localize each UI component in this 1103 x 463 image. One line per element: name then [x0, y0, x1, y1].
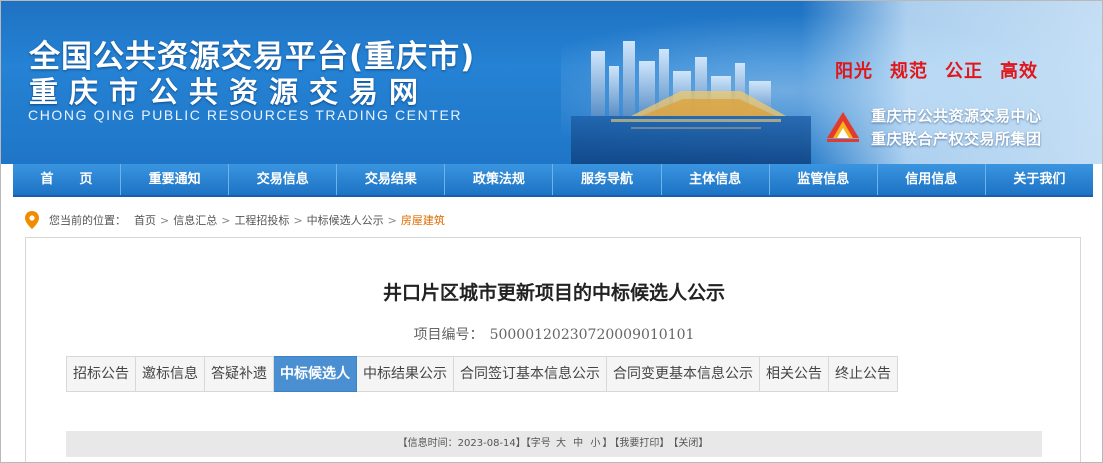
breadcrumb-current[interactable]: 房屋建筑	[401, 212, 445, 228]
font-size-label: 【字号	[525, 438, 551, 449]
font-size-medium-button[interactable]: 中	[573, 438, 583, 449]
location-pin-icon	[25, 211, 39, 229]
info-toolbar: 【信息时间：2023-08-14】【字号 大 中 小】【我要打印】 【关闭】	[66, 431, 1042, 457]
close-window-button[interactable]: 【关闭】	[673, 438, 708, 449]
breadcrumb-separator: >	[387, 213, 397, 227]
project-number-label: 项目编号：	[413, 327, 484, 343]
tab-tender-notice[interactable]: 招标公告	[66, 356, 136, 392]
font-size-large-button[interactable]: 大	[556, 438, 566, 449]
city-skyline-illustration	[571, 41, 811, 164]
slogan-item: 公正	[945, 61, 983, 82]
article-panel: 井口片区城市更新项目的中标候选人公示 项目编号： 5000012023072000…	[25, 237, 1082, 462]
page-frame: 全国公共资源交易平台(重庆市) 重庆市公共资源交易网 CHONG QING PU…	[0, 0, 1103, 463]
nav-item-credit[interactable]: 信用信息	[878, 164, 986, 195]
tab-related-notices[interactable]: 相关公告	[760, 356, 829, 392]
info-time-close: 】	[515, 438, 526, 449]
nav-item-home[interactable]: 首 页	[13, 164, 122, 195]
slogan-item: 规范	[890, 61, 928, 82]
tab-contract-change[interactable]: 合同变更基本信息公示	[607, 356, 760, 392]
breadcrumb: 您当前的位置： 首页 > 信息汇总 > 工程招投标 > 中标候选人公示 > 房屋…	[25, 209, 445, 231]
tab-qa-supplement[interactable]: 答疑补遗	[205, 356, 274, 392]
slogan-group: 阳光 规范 公正 高效	[835, 57, 1038, 83]
print-button[interactable]: 【我要打印】	[614, 438, 669, 449]
breadcrumb-separator: >	[221, 213, 231, 227]
nav-item-notices[interactable]: 重要通知	[121, 164, 230, 195]
breadcrumb-separator: >	[160, 213, 170, 227]
font-size-small-button[interactable]: 小	[590, 438, 600, 449]
slogan-item: 高效	[1000, 61, 1038, 82]
organization-name-1: 重庆市公共资源交易中心	[871, 107, 1042, 125]
project-number: 项目编号： 500001202307200090101​01	[26, 324, 1082, 344]
project-number-value: 500001202307200090101​01	[489, 327, 695, 343]
notice-tabs: 招标公告 邀标信息 答疑补遗 中标候选人 中标结果公示 合同签订基本信息公示 合…	[66, 356, 898, 392]
breadcrumb-home[interactable]: 首页	[134, 212, 156, 228]
main-nav: 首 页 重要通知 交易信息 交易结果 政策法规 服务导航 主体信息 监管信息 信…	[13, 164, 1093, 197]
breadcrumb-info-summary[interactable]: 信息汇总	[173, 212, 217, 228]
nav-item-trading-info[interactable]: 交易信息	[229, 164, 338, 195]
font-size-close: 】	[602, 438, 613, 449]
nav-item-supervision[interactable]: 监管信息	[770, 164, 878, 195]
info-time-open: 【信息时间：	[397, 438, 458, 449]
nav-item-about[interactable]: 关于我们	[986, 164, 1093, 195]
site-banner: 全国公共资源交易平台(重庆市) 重庆市公共资源交易网 CHONG QING PU…	[1, 1, 1102, 164]
nav-item-service-guide[interactable]: 服务导航	[553, 164, 662, 195]
info-time-date: 2023-08-14	[457, 438, 516, 449]
nav-item-entity-info[interactable]: 主体信息	[662, 164, 770, 195]
breadcrumb-prefix: 您当前的位置：	[49, 214, 126, 227]
tab-winning-candidates[interactable]: 中标候选人	[274, 356, 357, 392]
site-title-line2: 重庆市公共资源交易网	[29, 75, 430, 109]
article-title: 井口片区城市更新项目的中标候选人公示	[382, 282, 725, 304]
organization-name-2: 重庆联合产权交易所集团	[871, 130, 1042, 148]
slogan-item: 阳光	[835, 61, 873, 82]
breadcrumb-separator: >	[293, 213, 303, 227]
tab-winning-result[interactable]: 中标结果公示	[357, 356, 454, 392]
nav-item-policies[interactable]: 政策法规	[445, 164, 554, 195]
organization-logo-icon	[827, 112, 859, 142]
site-title-english: CHONG QING PUBLIC RESOURCES TRADING CENT…	[28, 107, 463, 123]
tab-termination-notice[interactable]: 终止公告	[829, 356, 898, 392]
tab-contract-signing[interactable]: 合同签订基本信息公示	[454, 356, 607, 392]
tab-invitation-info[interactable]: 邀标信息	[136, 356, 205, 392]
breadcrumb-candidate-notice[interactable]: 中标候选人公示	[307, 212, 384, 228]
breadcrumb-engineering-bidding[interactable]: 工程招投标	[234, 212, 289, 228]
nav-item-trading-results[interactable]: 交易结果	[337, 164, 446, 195]
